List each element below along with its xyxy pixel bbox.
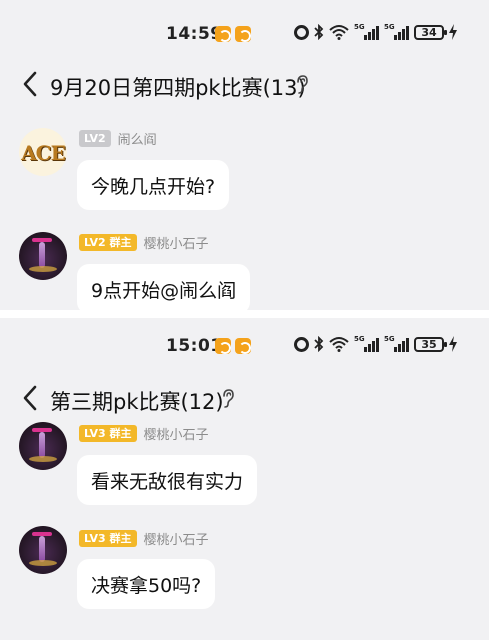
message-bubble[interactable]: 9点开始@闹么阎 [77,264,251,310]
network-tag: 5G [354,335,365,343]
charging-icon [449,24,457,40]
message-bubble[interactable]: 看来无敌很有实力 [77,455,258,505]
network-tag: 5G [384,23,395,31]
wifi-icon [329,337,349,352]
network-tag: 5G [354,23,365,31]
alarm-icon [294,336,309,352]
chat-header: 第三期pk比赛(12) [0,378,489,418]
system-icons: 5G 5G 34 [294,23,457,40]
sender-name[interactable]: 樱桃小石子 [144,424,209,443]
ear-icon[interactable] [296,75,308,95]
signal-icon: 5G [354,23,379,40]
bluetooth-icon [314,24,324,40]
chat-screen-1: 14:59 5G 5G 34 9月20日第四期pk比赛(13) ACE LV2 … [0,0,489,310]
battery-level: 34 [421,25,437,39]
battery-icon: 35 [414,336,447,352]
wifi-icon [329,25,349,40]
level-badge: LV2 群主 [79,234,137,251]
message-meta: LV2 闹么阎 [79,129,157,148]
back-arrow-icon[interactable] [22,70,38,98]
system-icons: 5G 5G 35 [294,335,457,352]
message-meta: LV3 群主 樱桃小石子 [79,529,209,548]
network-tag: 5G [384,335,395,343]
message-bubble[interactable]: 今晚几点开始? [77,160,230,210]
screenshot-divider [0,310,489,318]
message-meta: LV2 群主 樱桃小石子 [79,233,209,252]
signal-icon: 5G [384,335,409,352]
avatar[interactable] [19,232,67,280]
alarm-icon [294,24,309,40]
level-badge: LV3 群主 [79,530,137,547]
app-notification-icon [235,26,251,42]
screenshot-collage: 14:59 5G 5G 34 9月20日第四期pk比赛(13) ACE LV2 … [0,0,489,640]
charging-icon [449,336,457,352]
bluetooth-icon [314,336,324,352]
message-meta: LV3 群主 樱桃小石子 [79,424,209,443]
sender-name[interactable]: 闹么阎 [118,129,157,148]
level-badge: LV3 群主 [79,425,137,442]
level-badge: LV2 [79,130,111,147]
avatar[interactable] [19,422,67,470]
app-notification-icon [235,338,251,354]
sender-name[interactable]: 樱桃小石子 [144,233,209,252]
ear-icon[interactable] [222,389,234,409]
battery-icon: 34 [414,24,447,40]
avatar-logo-text: ACE [21,141,66,165]
chat-header: 9月20日第四期pk比赛(13) [0,64,489,104]
signal-icon: 5G [384,23,409,40]
sender-name[interactable]: 樱桃小石子 [144,529,209,548]
app-notification-icon [215,26,231,42]
battery-level: 35 [421,337,437,351]
avatar[interactable] [19,526,67,574]
chat-title: 第三期pk比赛(12) [50,390,224,414]
status-bar: 15:01 5G 5G 35 [0,330,489,366]
chat-title: 9月20日第四期pk比赛(13) [50,76,306,100]
signal-icon: 5G [354,335,379,352]
status-bar: 14:59 5G 5G 34 [0,18,489,54]
avatar[interactable]: ACE [19,128,67,176]
message-bubble[interactable]: 决赛拿50吗? [77,559,216,609]
app-notification-icon [215,338,231,354]
back-arrow-icon[interactable] [22,384,38,412]
chat-screen-2: 15:01 5G 5G 35 第三期pk比赛(12) LV3 群主 樱桃小石子 … [0,318,489,640]
